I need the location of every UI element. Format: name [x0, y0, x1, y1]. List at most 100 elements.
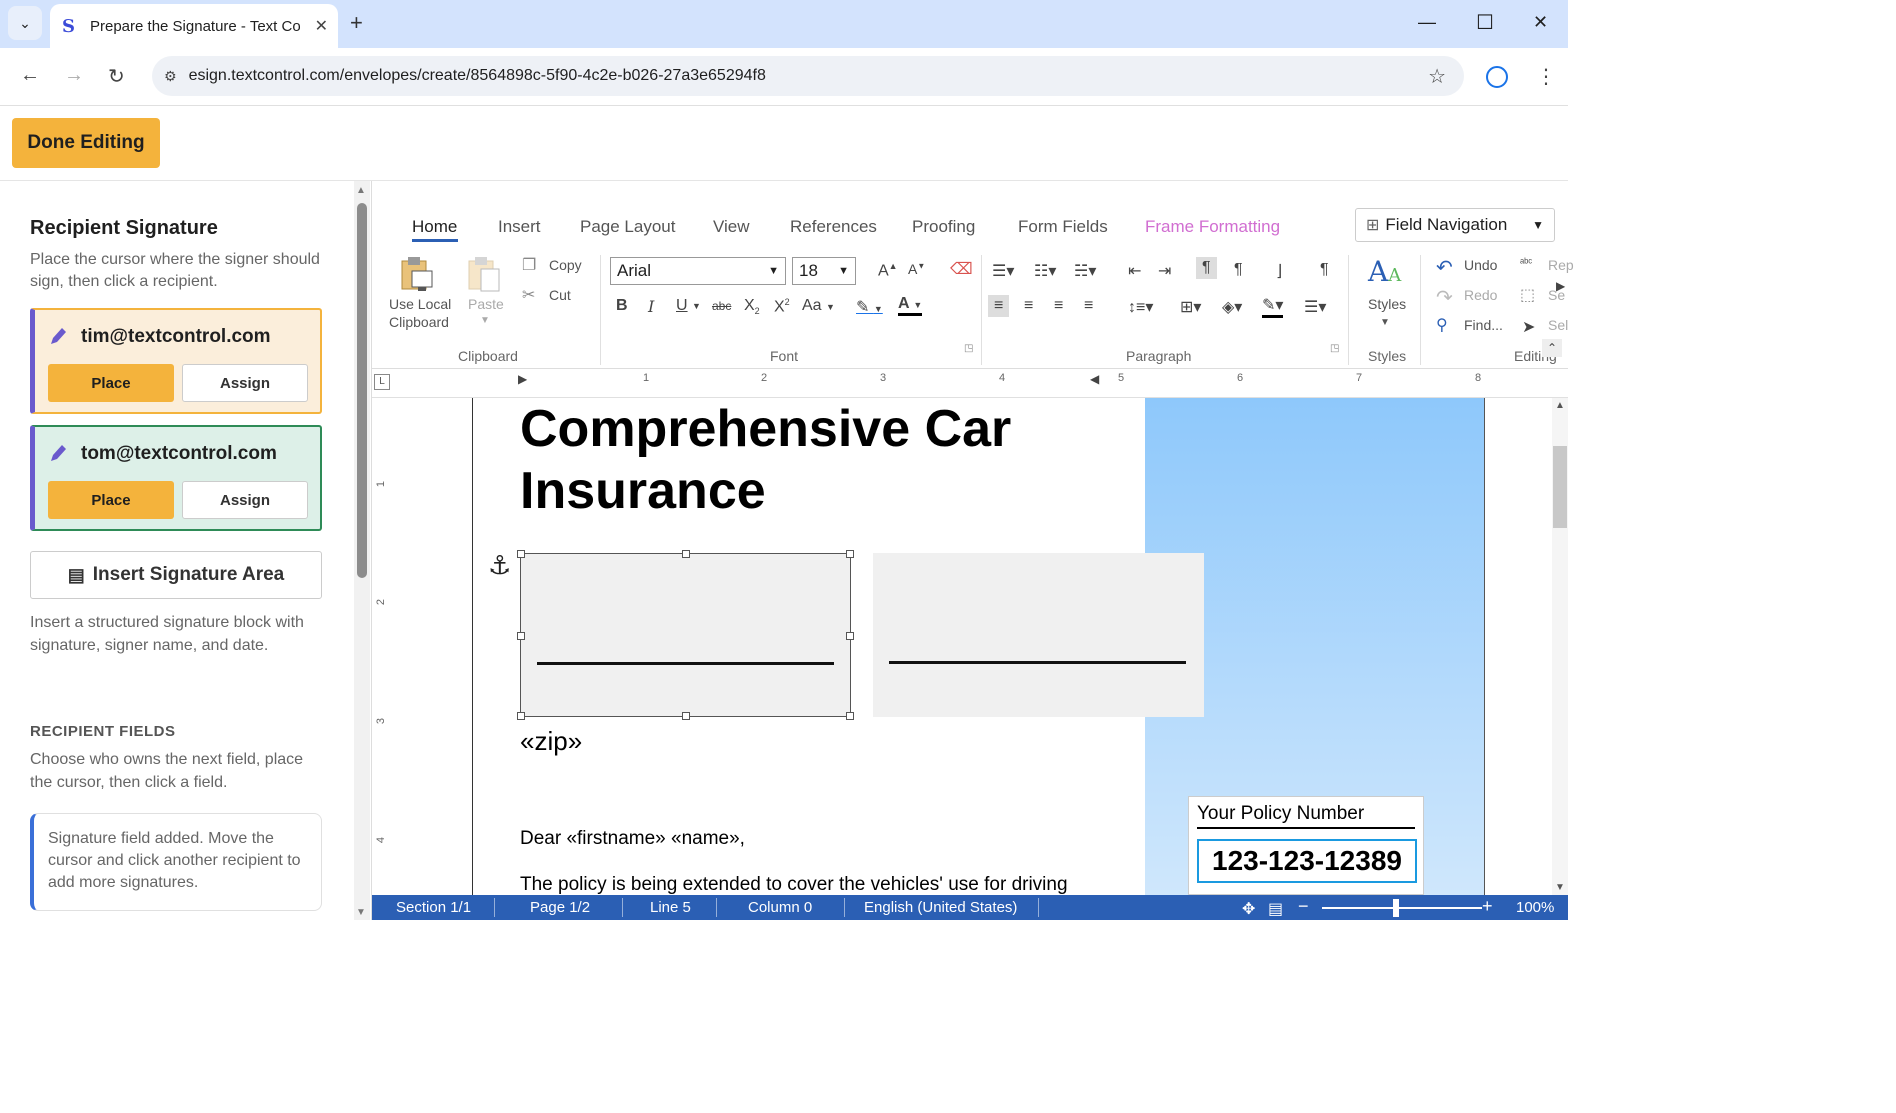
bold-icon[interactable]: B: [616, 297, 628, 315]
collapse-ribbon-icon[interactable]: ⌃: [1542, 339, 1563, 357]
resize-handle[interactable]: [517, 550, 525, 558]
document-scroll-thumb[interactable]: [1553, 446, 1567, 528]
replace-icon[interactable]: ᵃᵇᶜ: [1520, 257, 1532, 269]
zoom-slider-thumb[interactable]: [1393, 899, 1399, 917]
recipient-card-tom[interactable]: tom@textcontrol.com Place Assign: [30, 425, 322, 531]
copy-icon[interactable]: ❐: [522, 255, 536, 275]
frame-color-icon[interactable]: ✎▾: [1262, 295, 1284, 318]
profile-avatar-icon[interactable]: [1486, 66, 1508, 88]
resize-handle[interactable]: [517, 632, 525, 640]
minimize-icon[interactable]: —: [1418, 12, 1436, 33]
change-case-icon[interactable]: Aa ▼: [802, 297, 835, 315]
tab-page-layout[interactable]: Page Layout: [580, 217, 675, 237]
find-label[interactable]: Find...: [1464, 317, 1503, 333]
document-scrollbar[interactable]: ▲ ▼: [1552, 398, 1568, 895]
site-info-icon[interactable]: ⚙: [164, 68, 177, 85]
font-color-icon[interactable]: A ▼: [898, 295, 923, 316]
paste-icon[interactable]: [467, 255, 501, 295]
signature-box[interactable]: [873, 553, 1204, 717]
document-title[interactable]: Comprehensive Car Insurance: [520, 398, 1080, 522]
insert-signature-area-button[interactable]: ▤ Insert Signature Area: [30, 551, 322, 599]
grow-font-icon[interactable]: A▲: [878, 261, 898, 280]
line-spacing-icon[interactable]: ↕≡▾: [1128, 297, 1153, 317]
signature-box-selected[interactable]: [517, 550, 854, 720]
numbered-list-icon[interactable]: ☷▾: [1034, 261, 1056, 281]
chevron-down-icon[interactable]: ▼: [692, 301, 701, 311]
chevron-down-icon[interactable]: ▼: [480, 315, 490, 326]
bullet-list-icon[interactable]: ☰▾: [992, 261, 1014, 281]
superscript-icon[interactable]: X2: [774, 297, 790, 316]
align-right-icon[interactable]: ≡: [1054, 297, 1063, 315]
view-mode-icon[interactable]: ✥: [1242, 899, 1255, 919]
keep-lines-icon[interactable]: ⌋: [1276, 261, 1282, 281]
styles-button-label[interactable]: Styles: [1368, 296, 1406, 312]
select-label[interactable]: Sel: [1548, 317, 1568, 333]
use-local-label[interactable]: Use Local: [389, 296, 451, 312]
zoom-in-icon[interactable]: +: [1482, 896, 1493, 917]
select-objects-icon[interactable]: ➤: [1522, 317, 1535, 337]
ltr-paragraph-icon[interactable]: ¶: [1196, 257, 1217, 279]
resize-handle[interactable]: [682, 550, 690, 558]
tab-form-fields[interactable]: Form Fields: [1018, 217, 1108, 237]
italic-icon[interactable]: I: [648, 297, 654, 316]
zoom-slider[interactable]: [1322, 907, 1482, 909]
greeting-text[interactable]: Dear «firstname» «name»,: [520, 828, 745, 850]
recipient-card-tim[interactable]: tim@textcontrol.com Place Assign: [30, 308, 322, 414]
resize-handle[interactable]: [682, 712, 690, 720]
anchor-icon[interactable]: ⚓: [488, 550, 511, 581]
font-family-select[interactable]: Arial ▼: [610, 257, 786, 285]
scroll-up-icon[interactable]: ▲: [1555, 400, 1565, 411]
resize-handle[interactable]: [846, 550, 854, 558]
underline-icon[interactable]: U: [676, 297, 688, 315]
scroll-down-icon[interactable]: ▼: [356, 907, 366, 918]
replace-label[interactable]: Rep: [1548, 257, 1574, 273]
document-canvas[interactable]: Comprehensive Car Insurance ⚓ «zip» Dear…: [400, 398, 1552, 895]
copy-label[interactable]: Copy: [549, 257, 582, 273]
field-navigation-dropdown[interactable]: ⊞ Field Navigation ▼: [1355, 208, 1555, 242]
scroll-down-icon[interactable]: ▼: [1555, 882, 1565, 893]
borders-icon[interactable]: ⊞▾: [1180, 297, 1201, 317]
window-close-icon[interactable]: ✕: [1533, 12, 1548, 33]
tab-home[interactable]: Home: [412, 217, 457, 237]
tab-frame-formatting[interactable]: Frame Formatting: [1145, 217, 1280, 237]
zoom-out-icon[interactable]: −: [1298, 896, 1309, 917]
tab-insert[interactable]: Insert: [498, 217, 541, 237]
new-tab-button[interactable]: +: [350, 10, 363, 36]
horizontal-ruler[interactable]: L 1 2 3 4 5 6 7 8 ▶ ◀: [372, 370, 1568, 398]
page-view-icon[interactable]: ▤: [1268, 899, 1283, 919]
shading-icon[interactable]: ◈▾: [1222, 297, 1242, 317]
right-indent-marker-icon[interactable]: ◀: [1090, 372, 1099, 386]
browser-menu-icon[interactable]: ⋮: [1536, 64, 1556, 89]
sidebar-scrollbar[interactable]: ▲ ▼: [354, 181, 370, 920]
sidebar-scroll-thumb[interactable]: [357, 203, 367, 578]
close-icon[interactable]: ✕: [315, 16, 328, 36]
reload-icon[interactable]: ↻: [108, 64, 125, 89]
tab-stop-selector-icon[interactable]: L: [374, 374, 390, 390]
subscript-icon[interactable]: X2: [744, 297, 760, 316]
clear-formatting-icon[interactable]: ⌫: [950, 259, 973, 279]
resize-handle[interactable]: [846, 712, 854, 720]
back-arrow-icon[interactable]: ←: [20, 64, 40, 87]
policy-number-field[interactable]: 123-123-12389: [1197, 839, 1417, 883]
highlight-color-icon[interactable]: ✎ ▼: [856, 297, 883, 317]
redo-icon[interactable]: ↷: [1436, 285, 1453, 310]
tab-search-button[interactable]: ⌄: [8, 6, 42, 40]
strikethrough-icon[interactable]: abc: [712, 299, 731, 313]
paste-label[interactable]: Paste: [468, 296, 504, 312]
tab-references[interactable]: References: [790, 217, 877, 237]
body-text[interactable]: The policy is being extended to cover th…: [520, 874, 1068, 895]
assign-button[interactable]: Assign: [182, 481, 308, 519]
justify-icon[interactable]: ≡: [1084, 297, 1093, 315]
cut-icon[interactable]: ✂: [522, 285, 535, 305]
left-indent-marker-icon[interactable]: ▶: [518, 372, 527, 386]
dialog-launcher-icon[interactable]: ◳: [964, 343, 973, 354]
use-local-clipboard-icon[interactable]: [400, 255, 434, 295]
multilevel-list-icon[interactable]: ☵▾: [1074, 261, 1096, 281]
url-omnibox[interactable]: ⚙ esign.textcontrol.com/envelopes/create…: [152, 56, 1464, 96]
assign-button[interactable]: Assign: [182, 364, 308, 402]
vertical-ruler[interactable]: 1 2 3 4: [372, 398, 400, 895]
bookmark-star-icon[interactable]: ☆: [1428, 64, 1446, 89]
ribbon-scroll-right-icon[interactable]: ▶: [1556, 279, 1565, 293]
clipboard-label[interactable]: Clipboard: [389, 314, 449, 330]
tab-view[interactable]: View: [713, 217, 750, 237]
